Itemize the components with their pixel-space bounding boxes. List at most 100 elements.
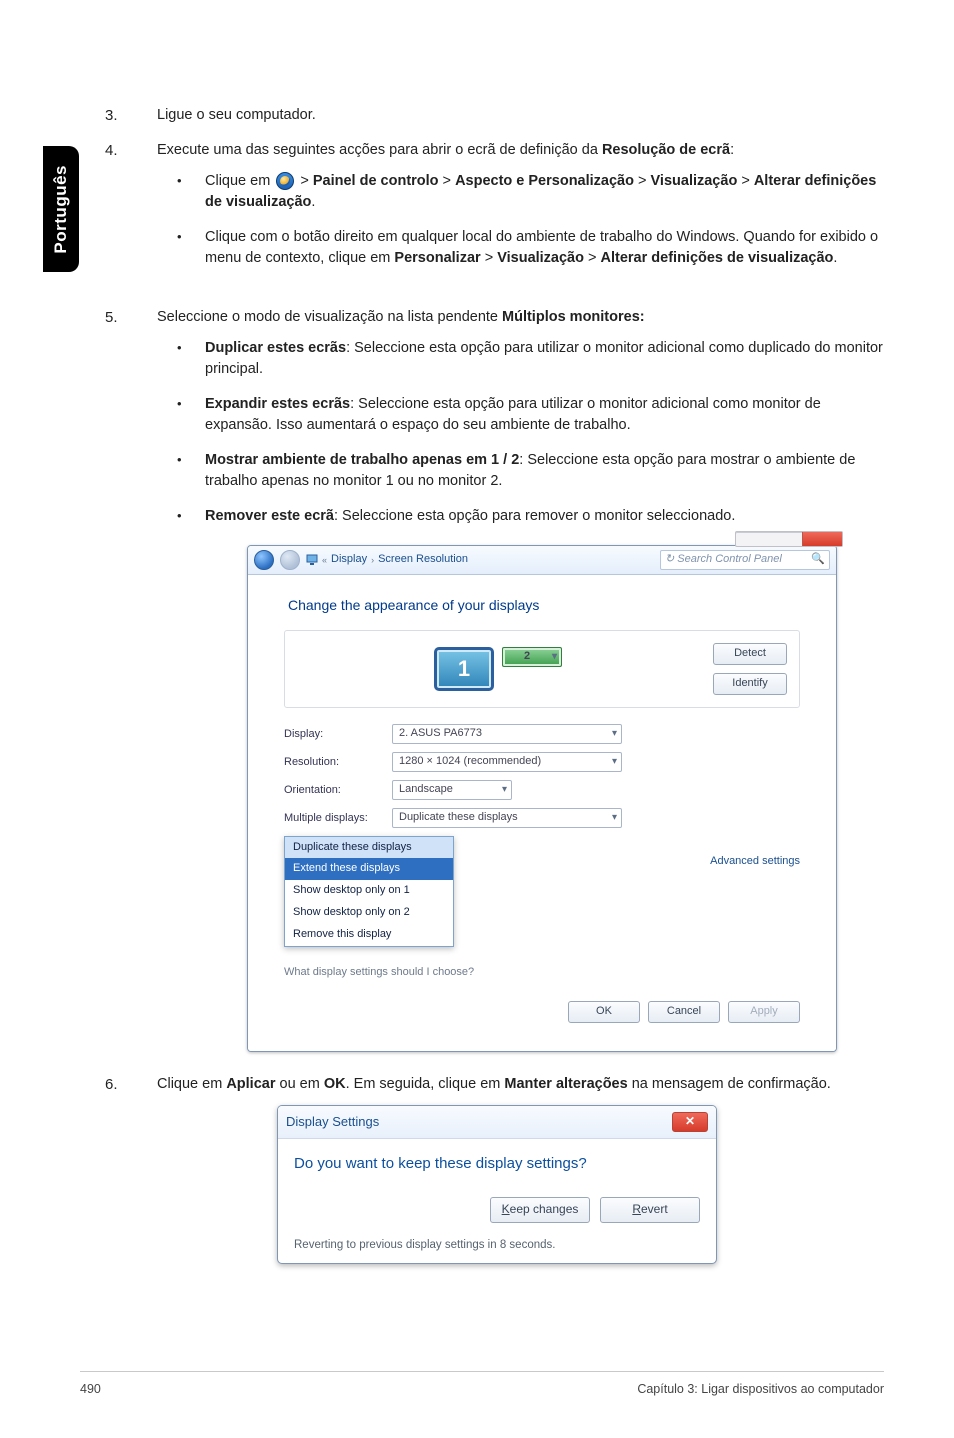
step-number: 5.: [105, 307, 118, 329]
btn-rest: evert: [641, 1201, 668, 1218]
dropdown-option[interactable]: Duplicate these displays: [285, 837, 453, 859]
bold-fragment: Personalizar: [394, 250, 480, 266]
text-fragment: na mensagem de confirmação.: [628, 1076, 831, 1092]
bold-fragment: Alterar definições de visualização: [601, 250, 834, 266]
cancel-button[interactable]: Cancel: [648, 1001, 720, 1023]
refresh-icon: ↻: [665, 552, 674, 568]
dropdown-option[interactable]: Show desktop only on 1: [285, 880, 453, 902]
step-6: 6. Clique em Aplicar ou em OK. Em seguid…: [105, 1074, 885, 1264]
language-tab: Português: [43, 146, 79, 272]
monitor-2-thumbnail[interactable]: 2: [502, 647, 562, 667]
ok-button[interactable]: OK: [568, 1001, 640, 1023]
step-text: Execute uma das seguintes acções para ab…: [157, 142, 734, 158]
monitor-preview-zone: 1 2 Detect Identify: [284, 630, 800, 708]
text-fragment: >: [439, 173, 456, 189]
text-fragment: Execute uma das seguintes acções para ab…: [157, 142, 602, 158]
step-number: 3.: [105, 105, 118, 127]
bold-fragment: Mostrar ambiente de trabalho apenas em 1…: [205, 452, 519, 468]
window-titlebar: « Display › Screen Resolution ↻ Search C…: [248, 546, 836, 575]
bold-fragment: Visualização: [651, 173, 738, 189]
text-fragment: : Seleccione esta opção para remover o m…: [334, 508, 735, 524]
bold-fragment: OK: [324, 1076, 346, 1092]
text-fragment: :: [730, 142, 734, 158]
nav-forward-button[interactable]: [280, 550, 300, 570]
bold-fragment: Visualização: [497, 250, 584, 266]
page-footer: 490 Capítulo 3: Ligar dispositivos ao co…: [80, 1371, 884, 1398]
page-content: 3. Ligue o seu computador. 4. Execute um…: [105, 105, 885, 1278]
step-text: Clique em Aplicar ou em OK. Em seguida, …: [157, 1076, 831, 1092]
bold-fragment: Duplicar estes ecrãs: [205, 340, 346, 356]
text-fragment: .: [311, 194, 315, 210]
step-number: 6.: [105, 1074, 118, 1096]
dropdown-option[interactable]: Show desktop only on 2: [285, 902, 453, 924]
bold-fragment: Manter alterações: [504, 1076, 627, 1092]
step-text: Seleccione o modo de visualização na lis…: [157, 309, 645, 325]
breadcrumb-item: Screen Resolution: [378, 552, 468, 568]
display-settings-dialog: Display Settings ✕ Do you want to keep t…: [277, 1105, 717, 1264]
close-icon: [802, 532, 842, 546]
bold-fragment: Resolução de ecrã: [602, 142, 730, 158]
resolution-select[interactable]: 1280 × 1024 (recommended): [392, 752, 622, 772]
orientation-select[interactable]: Landscape: [392, 780, 512, 800]
display-select[interactable]: 2. ASUS PA6773: [392, 724, 622, 744]
bold-fragment: Aspecto e Personalização: [455, 173, 634, 189]
start-menu-icon: [276, 172, 294, 190]
bold-fragment: Múltiplos monitores:: [502, 309, 645, 325]
multiple-displays-dropdown[interactable]: Duplicate these displays Extend these di…: [284, 836, 454, 948]
text-fragment: >: [296, 173, 313, 189]
step-5-item-remove: Remover este ecrã: Seleccione esta opção…: [157, 506, 885, 527]
display-label: Display:: [284, 724, 382, 744]
search-icon: 🔍: [811, 552, 825, 568]
monitor-1-thumbnail[interactable]: 1: [434, 647, 494, 691]
text-fragment: ou em: [275, 1076, 323, 1092]
detect-button[interactable]: Detect: [713, 643, 787, 665]
step-number: 4.: [105, 140, 118, 162]
close-button[interactable]: ✕: [672, 1112, 708, 1132]
bold-fragment: Painel de controlo: [313, 173, 439, 189]
dialog-title: Display Settings: [286, 1113, 379, 1132]
dialog-titlebar: Display Settings ✕: [278, 1106, 716, 1139]
revert-button[interactable]: Revert: [600, 1197, 700, 1223]
text-fragment: Seleccione o modo de visualização na lis…: [157, 309, 502, 325]
step-5-item-extend: Expandir estes ecrãs: Seleccione esta op…: [157, 394, 885, 436]
dialog-question: Do you want to keep these display settin…: [294, 1153, 700, 1175]
multiple-displays-select[interactable]: Duplicate these displays: [392, 808, 622, 828]
text-fragment: Clique em: [205, 173, 274, 189]
multiple-displays-label: Multiple displays:: [284, 808, 382, 828]
apply-button[interactable]: Apply: [728, 1001, 800, 1023]
step-4-bullet-1: Clique em > Painel de controlo > Aspecto…: [157, 171, 885, 213]
text-fragment: .: [833, 250, 837, 266]
identify-button[interactable]: Identify: [713, 673, 787, 695]
text-fragment: . Em seguida, clique em: [346, 1076, 505, 1092]
resolution-label: Resolution:: [284, 752, 382, 772]
text-fragment: >: [737, 173, 754, 189]
step-text: Ligue o seu computador.: [157, 107, 316, 123]
step-4: 4. Execute uma das seguintes acções para…: [105, 140, 885, 269]
orientation-label: Orientation:: [284, 780, 382, 800]
page-number: 490: [80, 1380, 101, 1398]
step-4-bullet-2: Clique com o botão direito em qualquer l…: [157, 227, 885, 269]
text-fragment: Clique em: [157, 1076, 226, 1092]
text-fragment: >: [481, 250, 498, 266]
breadcrumb-item: Display: [331, 552, 367, 568]
breadcrumb[interactable]: « Display › Screen Resolution: [306, 552, 468, 568]
monitor-icon: [306, 554, 318, 566]
bold-fragment: Remover este ecrã: [205, 508, 334, 524]
step-5-item-show-only: Mostrar ambiente de trabalho apenas em 1…: [157, 450, 885, 492]
help-link[interactable]: What display settings should I choose?: [284, 965, 690, 981]
advanced-settings-link[interactable]: Advanced settings: [710, 854, 800, 870]
keep-changes-button[interactable]: Keep changes: [490, 1197, 590, 1223]
btn-rest: eep changes: [510, 1201, 579, 1218]
text-fragment: >: [634, 173, 651, 189]
search-input[interactable]: ↻ Search Control Panel 🔍: [660, 550, 830, 570]
dropdown-option[interactable]: Extend these displays: [285, 858, 453, 880]
window-chrome-fragment: [735, 531, 843, 547]
screen-resolution-window: « Display › Screen Resolution ↻ Search C…: [247, 545, 837, 1052]
dialog-footer-text: Reverting to previous display settings i…: [294, 1237, 700, 1254]
nav-back-button[interactable]: [254, 550, 274, 570]
chapter-title: Capítulo 3: Ligar dispositivos ao comput…: [637, 1380, 884, 1398]
bold-fragment: Aplicar: [226, 1076, 275, 1092]
dropdown-option[interactable]: Remove this display: [285, 924, 453, 946]
step-5-item-duplicate: Duplicar estes ecrãs: Seleccione esta op…: [157, 338, 885, 380]
window-heading: Change the appearance of your displays: [288, 595, 800, 615]
